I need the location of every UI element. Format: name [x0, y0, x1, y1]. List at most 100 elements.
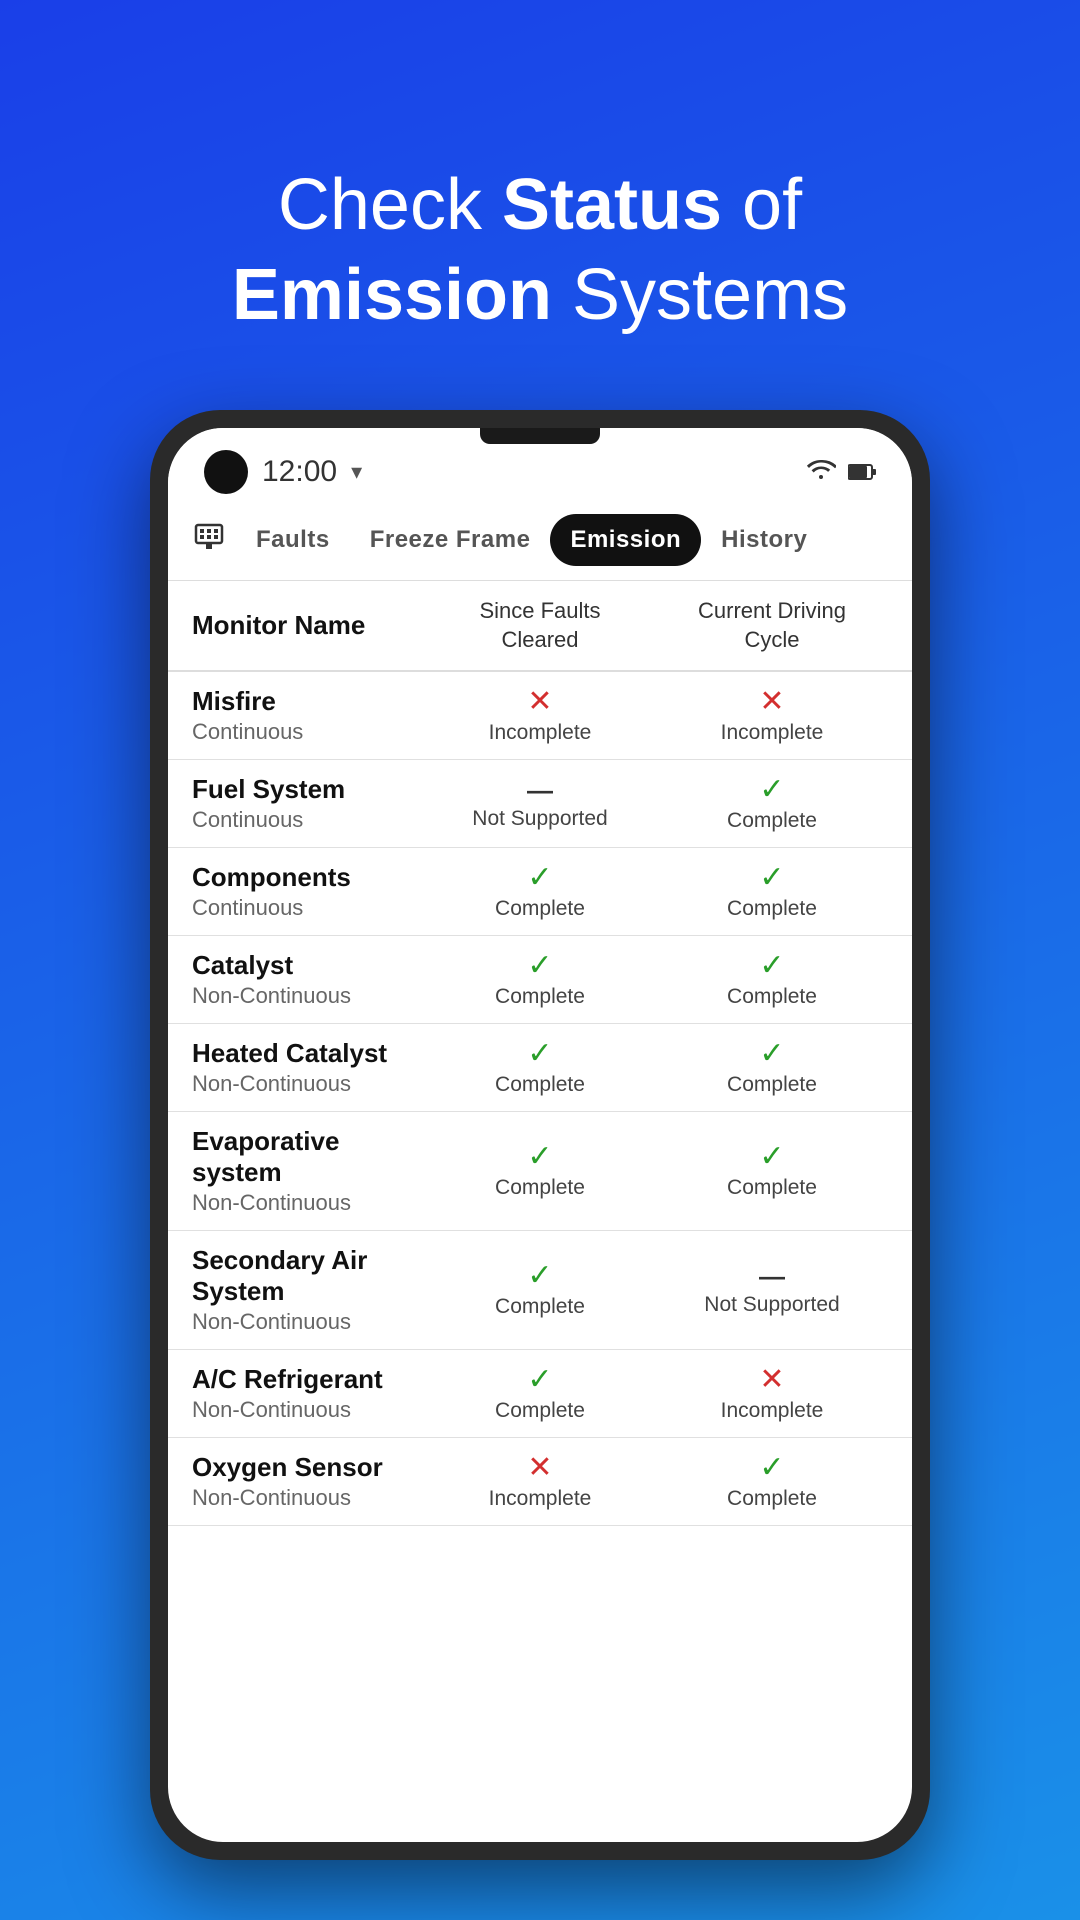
wifi-icon [806, 457, 836, 488]
col-monitor-header: Monitor Name [192, 610, 424, 641]
table-row: Oxygen Sensor Non-Continuous ✕ Incomplet… [168, 1438, 912, 1526]
since-cleared-label: Not Supported [472, 807, 607, 831]
since-cleared-label: Complete [495, 1176, 585, 1200]
monitor-cell: Catalyst Non-Continuous [192, 950, 424, 1009]
tab-history[interactable]: History [701, 514, 827, 566]
table-row: Components Continuous ✓ Complete ✓ Compl… [168, 848, 912, 936]
table-row: Fuel System Continuous — Not Supported ✓… [168, 760, 912, 848]
complete-icon: ✓ [759, 1453, 784, 1483]
tab-faults[interactable]: Faults [236, 514, 350, 566]
monitor-name: Secondary Air System [192, 1245, 424, 1307]
since-cleared-cell: ✓ Complete [424, 1142, 656, 1200]
current-cycle-cell: ✓ Complete [656, 775, 888, 833]
monitor-type: Continuous [192, 807, 424, 833]
current-cycle-cell: ✕ Incomplete [656, 1365, 888, 1423]
current-cycle-cell: ✓ Complete [656, 951, 888, 1009]
monitor-name: Misfire [192, 686, 424, 717]
col-current-header: Current DrivingCycle [656, 597, 888, 654]
since-cleared-label: Complete [495, 1399, 585, 1423]
tab-emission[interactable]: Emission [550, 514, 701, 566]
since-cleared-cell: — Not Supported [424, 777, 656, 831]
since-cleared-cell: ✓ Complete [424, 863, 656, 921]
not-supported-icon: — [759, 1263, 785, 1289]
table-row: Secondary Air System Non-Continuous ✓ Co… [168, 1231, 912, 1350]
monitor-name: Fuel System [192, 774, 424, 805]
monitor-type: Non-Continuous [192, 1071, 424, 1097]
current-cycle-label: Complete [727, 985, 817, 1009]
current-cycle-label: Complete [727, 897, 817, 921]
complete-icon: ✓ [759, 1039, 784, 1069]
incomplete-icon: ✕ [759, 1365, 784, 1395]
since-cleared-label: Complete [495, 1295, 585, 1319]
status-small-icon: ▾ [351, 459, 362, 485]
monitor-cell: Oxygen Sensor Non-Continuous [192, 1452, 424, 1511]
phone-screen: 12:00 ▾ [168, 428, 912, 1842]
current-cycle-cell: ✓ Complete [656, 863, 888, 921]
table-row: Misfire Continuous ✕ Incomplete ✕ Incomp… [168, 672, 912, 760]
complete-icon: ✓ [527, 1365, 552, 1395]
status-right [806, 457, 876, 488]
monitor-type: Non-Continuous [192, 983, 424, 1009]
complete-icon: ✓ [527, 863, 552, 893]
since-cleared-cell: ✓ Complete [424, 951, 656, 1009]
complete-icon: ✓ [759, 863, 784, 893]
current-cycle-cell: — Not Supported [656, 1263, 888, 1317]
monitor-cell: Evaporative system Non-Continuous [192, 1126, 424, 1216]
since-cleared-cell: ✓ Complete [424, 1365, 656, 1423]
battery-icon [848, 457, 876, 488]
current-cycle-cell: ✓ Complete [656, 1453, 888, 1511]
complete-icon: ✓ [759, 1142, 784, 1172]
not-supported-icon: — [527, 777, 553, 803]
since-cleared-label: Complete [495, 1073, 585, 1097]
phone-mockup: 12:00 ▾ [150, 410, 930, 1860]
table-row: A/C Refrigerant Non-Continuous ✓ Complet… [168, 1350, 912, 1438]
monitor-name: Heated Catalyst [192, 1038, 424, 1069]
monitor-type: Non-Continuous [192, 1309, 424, 1335]
monitor-cell: Secondary Air System Non-Continuous [192, 1245, 424, 1335]
since-cleared-cell: ✕ Incomplete [424, 687, 656, 745]
monitor-cell: Misfire Continuous [192, 686, 424, 745]
since-cleared-label: Complete [495, 897, 585, 921]
current-cycle-cell: ✓ Complete [656, 1142, 888, 1200]
hero-title: Check Status ofEmission Systems [172, 160, 908, 340]
current-cycle-label: Complete [727, 1073, 817, 1097]
complete-icon: ✓ [759, 951, 784, 981]
since-cleared-cell: ✓ Complete [424, 1039, 656, 1097]
monitor-cell: A/C Refrigerant Non-Continuous [192, 1364, 424, 1423]
complete-icon: ✓ [527, 1039, 552, 1069]
monitor-type: Non-Continuous [192, 1397, 424, 1423]
monitor-name: Oxygen Sensor [192, 1452, 424, 1483]
current-cycle-label: Not Supported [704, 1293, 839, 1317]
monitor-name: Components [192, 862, 424, 893]
monitor-name: Catalyst [192, 950, 424, 981]
complete-icon: ✓ [527, 951, 552, 981]
since-cleared-label: Incomplete [489, 1487, 592, 1511]
incomplete-icon: ✕ [527, 1453, 552, 1483]
tab-freeze-frame[interactable]: Freeze Frame [350, 514, 551, 566]
current-cycle-label: Complete [727, 809, 817, 833]
table-header: Monitor Name Since FaultsCleared Current… [168, 581, 912, 672]
complete-icon: ✓ [527, 1261, 552, 1291]
monitor-cell: Components Continuous [192, 862, 424, 921]
status-left: 12:00 ▾ [204, 450, 362, 494]
monitor-name: A/C Refrigerant [192, 1364, 424, 1395]
current-cycle-label: Complete [727, 1487, 817, 1511]
since-cleared-cell: ✕ Incomplete [424, 1453, 656, 1511]
col-since-header: Since FaultsCleared [424, 597, 656, 654]
since-cleared-label: Complete [495, 985, 585, 1009]
emission-table: Monitor Name Since FaultsCleared Current… [168, 581, 912, 1842]
monitor-name: Evaporative system [192, 1126, 424, 1188]
monitor-cell: Fuel System Continuous [192, 774, 424, 833]
monitor-type: Non-Continuous [192, 1190, 424, 1216]
since-cleared-label: Incomplete [489, 721, 592, 745]
monitor-type: Continuous [192, 895, 424, 921]
table-rows: Misfire Continuous ✕ Incomplete ✕ Incomp… [168, 672, 912, 1526]
current-cycle-label: Incomplete [721, 721, 824, 745]
current-cycle-cell: ✕ Incomplete [656, 687, 888, 745]
current-cycle-cell: ✓ Complete [656, 1039, 888, 1097]
status-time: 12:00 [262, 455, 337, 489]
complete-icon: ✓ [759, 775, 784, 805]
hero-section: Check Status ofEmission Systems [112, 80, 968, 340]
table-row: Catalyst Non-Continuous ✓ Complete ✓ Com… [168, 936, 912, 1024]
obd-icon [192, 519, 226, 561]
